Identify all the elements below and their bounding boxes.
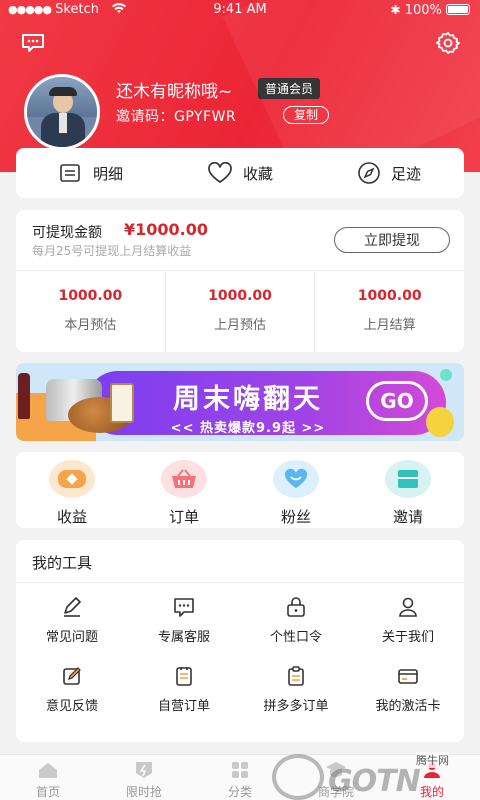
shortcut-earnings[interactable]: 收益 <box>16 452 128 528</box>
wallet-icon <box>58 470 86 488</box>
academy-icon <box>326 762 346 777</box>
flash-sale-icon <box>136 762 152 778</box>
compass-icon <box>358 162 380 184</box>
clipboard-icon <box>288 666 304 686</box>
tab-academy[interactable]: 商学院 <box>288 755 384 800</box>
stat-last-month-settled: 1000.00 上月结算 <box>357 288 422 333</box>
tools-title: 我的工具 <box>32 554 93 572</box>
quick-tabs-card: 明细 收藏 足迹 <box>16 148 464 198</box>
basket-icon <box>172 469 196 488</box>
shortcut-invite[interactable]: 邀请 <box>352 452 464 528</box>
tools-grid: 常见问题 专属客服 个性口令 关于我们 意见反馈 自营订单 拼多多订单 我的激活… <box>16 596 464 714</box>
shortcut-fans[interactable]: 粉丝 <box>240 452 352 528</box>
tab-details[interactable]: 明细 <box>17 163 166 184</box>
tab-category[interactable]: 分类 <box>192 755 288 800</box>
settings-gear-icon[interactable] <box>436 31 460 55</box>
tab-footprints[interactable]: 足迹 <box>315 161 464 185</box>
tab-home[interactable]: 首页 <box>0 755 96 800</box>
shortcuts-card: 收益 订单 粉丝 邀请 <box>16 452 464 528</box>
tab-favorites[interactable]: 收藏 <box>166 162 315 184</box>
stat-this-month: 1000.00 本月预估 <box>58 288 123 333</box>
member-badge: 普通会员 <box>258 78 321 99</box>
bluetooth-icon: ✱ <box>390 3 401 17</box>
chat-icon <box>174 598 194 617</box>
banner-subtitle: << 热卖爆款9.9起 >> <box>170 421 326 436</box>
tools-card: 我的工具 常见问题 专属客服 个性口令 关于我们 意见反馈 自营订单 拼多多订单… <box>16 540 464 742</box>
heart-icon <box>208 162 232 184</box>
banner-go-button[interactable]: GO <box>366 381 428 421</box>
edit-icon <box>63 667 81 685</box>
category-grid-icon <box>232 762 248 778</box>
tool-feedback[interactable]: 意见反馈 <box>16 665 128 714</box>
tool-faq[interactable]: 常见问题 <box>16 596 128 645</box>
tag-icon <box>110 383 134 423</box>
list-icon <box>60 164 80 182</box>
withdraw-button[interactable]: 立即提现 <box>334 227 450 253</box>
stat-last-month-estimate: 1000.00 上月预估 <box>208 288 272 333</box>
tab-mine[interactable]: 我的 <box>384 755 480 800</box>
earnings-stats: 1000.00 本月预估 1000.00 上月预估 1000.00 上月结算 <box>16 271 464 352</box>
banner-title: 周末嗨翻天 <box>173 384 323 415</box>
tool-self-orders[interactable]: 自营订单 <box>128 665 240 714</box>
tool-password[interactable]: 个性口令 <box>240 596 352 645</box>
withdrawable-title: 可提现金额 <box>32 225 102 241</box>
withdraw-rule: 每月25号可提现上月结算收益 <box>32 244 192 258</box>
pencil-icon <box>64 597 81 617</box>
tool-support[interactable]: 专属客服 <box>128 596 240 645</box>
promo-banner[interactable]: 周末嗨翻天 << 热卖爆款9.9起 >> GO <box>16 363 464 441</box>
invite-code: 邀请码：GPYFWR <box>116 109 237 125</box>
wine-bottle-icon <box>18 373 30 419</box>
status-time: 9:41 AM <box>213 2 267 17</box>
person-icon <box>399 597 417 617</box>
card-icon <box>398 669 418 684</box>
shortcut-orders[interactable]: 订单 <box>128 452 240 528</box>
order-icon <box>176 667 192 686</box>
invite-icon <box>398 470 418 488</box>
mine-person-icon <box>424 762 440 778</box>
profile-header: ●●●●● Sketch 9:41 AM ✱ 100% 还木有昵称哦~ 普通会员… <box>0 0 480 172</box>
battery-icon <box>446 4 470 15</box>
copy-invite-button[interactable]: 复制 <box>283 106 330 124</box>
bottom-tab-bar: 首页 限时抢 分类 商学院 我的 <box>0 754 480 800</box>
tab-flash-sale[interactable]: 限时抢 <box>96 755 192 800</box>
tool-pdd-orders[interactable]: 拼多多订单 <box>240 665 352 714</box>
earnings-card: 可提现金额 ¥1000.00 每月25号可提现上月结算收益 立即提现 1000.… <box>16 210 464 352</box>
lock-icon <box>287 597 305 617</box>
user-name: 还木有昵称哦~ <box>116 82 233 102</box>
tool-activation-card[interactable]: 我的激活卡 <box>352 665 464 714</box>
home-icon <box>39 763 57 778</box>
withdrawable-amount: ¥1000.00 <box>124 220 209 239</box>
message-icon[interactable] <box>20 32 46 54</box>
avatar[interactable] <box>24 74 100 150</box>
status-battery: ✱ 100% <box>390 0 470 22</box>
heart-fans-icon <box>284 468 308 488</box>
tool-about[interactable]: 关于我们 <box>352 596 464 645</box>
